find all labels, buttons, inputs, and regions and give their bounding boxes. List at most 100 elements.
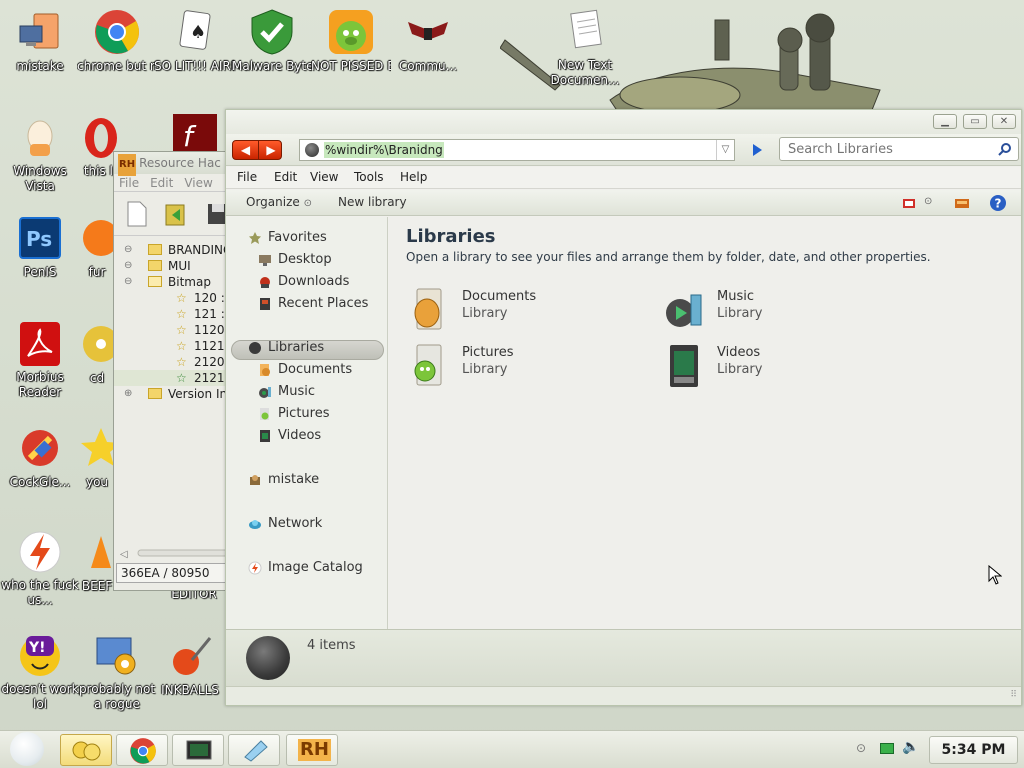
clock[interactable]: 5:34 PM xyxy=(929,736,1018,764)
star-icon: ☆ xyxy=(176,339,187,353)
tree-node-120[interactable]: ☆ 120 : xyxy=(114,290,232,306)
desktop-icon-commu[interactable]: Commu... xyxy=(388,8,468,74)
network-tray-icon[interactable] xyxy=(880,743,894,754)
desktop-icon-cd[interactable]: cd xyxy=(77,320,117,386)
desktop-icon-malwarebytes[interactable]: Malware Bytes xyxy=(232,8,312,74)
pdf-icon xyxy=(20,322,60,366)
pictures-library-icon xyxy=(414,344,442,386)
help-icon[interactable]: ? xyxy=(989,194,1007,212)
desktop-icon-new-text[interactable]: New Text Documen... xyxy=(545,8,625,88)
desktop-icon-fur[interactable]: fur xyxy=(77,214,117,280)
notepad-icon xyxy=(244,740,268,762)
desktop-icon-mistake[interactable]: mistake xyxy=(0,8,80,74)
taskbar-chrome[interactable] xyxy=(116,734,168,766)
status-bar: ⠿ xyxy=(226,686,1021,705)
address-value[interactable]: %windir%\Branidng xyxy=(324,142,444,158)
address-field[interactable]: %windir%\Branidng ▽ xyxy=(299,139,735,161)
resource-hacker-toolbar xyxy=(114,192,232,236)
menu-file[interactable]: File xyxy=(237,170,257,184)
dropdown-circle-icon: ⊙ xyxy=(303,198,312,209)
tree-node-bitmap[interactable]: ⊖ Bitmap xyxy=(114,274,232,290)
desktop-icon-label: CockGle... xyxy=(9,475,71,489)
page-title: Libraries xyxy=(406,226,496,247)
tree-node-1121[interactable]: ☆ 1121 xyxy=(114,338,232,354)
preview-pane-icon[interactable] xyxy=(954,196,970,210)
menu-help[interactable]: Help xyxy=(400,170,427,184)
minimize-button[interactable]: ▁ xyxy=(933,114,957,129)
library-documents[interactable]: Documents Library xyxy=(409,287,629,333)
desktop-icon-probably[interactable]: probably not a rogue xyxy=(77,632,157,712)
document-icon xyxy=(570,9,602,49)
close-button[interactable]: ✕ xyxy=(992,114,1016,129)
tree-node-mui[interactable]: ⊖ MUI xyxy=(114,258,232,274)
new-file-icon[interactable] xyxy=(126,201,148,227)
organize-button[interactable]: Organize ⊙ xyxy=(246,195,312,209)
desktop-icon-label: mistake xyxy=(16,59,64,73)
menu-edit[interactable]: Edit xyxy=(274,170,297,184)
desktop-icon-label: cd xyxy=(89,371,105,385)
svg-text:◁: ◁ xyxy=(120,549,128,559)
explorer-titlebar[interactable]: ▁ ▭ ✕ xyxy=(226,110,1021,134)
search-icon[interactable] xyxy=(998,142,1012,156)
desktop-icon-so-lit[interactable]: ♠ SO LIT!!! AIRE xyxy=(154,8,234,74)
tray-expand-icon[interactable]: ⊙ xyxy=(856,741,866,755)
desktop-icon-doesnt-work[interactable]: Y! doesn't work lol xyxy=(0,632,80,712)
tree-node-branding[interactable]: ⊖ BRANDING xyxy=(114,242,232,258)
library-videos[interactable]: Videos Library xyxy=(664,343,884,389)
view-options-icon[interactable] xyxy=(902,196,916,210)
search-box[interactable] xyxy=(779,137,1019,161)
taskbar-resource-hacker[interactable]: RH xyxy=(286,734,338,766)
maximize-button[interactable]: ▭ xyxy=(963,114,987,129)
desktop-icon-morbius-reader[interactable]: Morbius Reader xyxy=(0,320,80,400)
desktop-icon-label: New Text Documen... xyxy=(550,58,620,87)
resource-hacker-window[interactable]: RH Resource Hac File Edit View ⊖ BRANDING ⊖ M… xyxy=(113,151,233,591)
desktop-icon-inkballs[interactable]: INKBALLS xyxy=(154,632,226,698)
desktop-icon-penis[interactable]: Ps PenIS xyxy=(0,214,80,280)
rh-menu-edit[interactable]: Edit xyxy=(150,176,173,190)
rh-menu-file[interactable]: File xyxy=(119,176,139,190)
taskbar-explorer[interactable] xyxy=(60,734,112,766)
lightning-icon xyxy=(19,531,61,573)
resource-hacker-titlebar[interactable]: RH Resource Hac xyxy=(114,152,232,176)
tree-node-121[interactable]: ☆ 121 : xyxy=(114,306,232,322)
taskbar-notepad[interactable] xyxy=(228,734,280,766)
desktop-icon-chrome[interactable]: chrome but normal c... xyxy=(77,8,157,74)
horizontal-scrollbar[interactable]: ◁ xyxy=(118,547,228,559)
inkball-icon xyxy=(173,637,212,675)
tree-node-2121[interactable]: ☆ 2121 xyxy=(114,370,232,386)
new-library-button[interactable]: New library xyxy=(338,195,407,209)
desktop-icon-beef[interactable]: BEEF xyxy=(77,528,117,594)
desktop-icon-who-the[interactable]: who the fuck us... xyxy=(0,528,80,608)
folder-icon xyxy=(148,244,162,255)
go-arrow-icon[interactable] xyxy=(753,144,762,156)
desktop-icon-this-like[interactable]: this like xyxy=(77,114,117,179)
search-input[interactable] xyxy=(788,141,988,157)
volume-icon[interactable]: 🔈 xyxy=(902,739,919,755)
tree-node-2120[interactable]: ☆ 2120 xyxy=(114,354,232,370)
tree-node-version-info[interactable]: ⊕ Version In xyxy=(114,386,232,402)
tree-node-1120[interactable]: ☆ 1120 xyxy=(114,322,232,338)
desktop-icon-windows-vista[interactable]: Windows Vista xyxy=(0,114,80,194)
rh-logo-icon: RH xyxy=(118,154,137,176)
desktop-icon-you[interactable]: you xyxy=(77,424,117,490)
desktop-icon-not-pissed[interactable]: NOT PISSED B... xyxy=(311,8,391,74)
desktop-icon-label: doesn't work lol xyxy=(1,682,79,711)
taskbar-terminal[interactable] xyxy=(172,734,224,766)
library-music[interactable]: Music Library xyxy=(664,287,884,333)
menu-view[interactable]: View xyxy=(310,170,338,184)
start-button[interactable] xyxy=(10,732,44,766)
back-button[interactable]: ◀ xyxy=(233,141,258,159)
library-pictures[interactable]: Pictures Library xyxy=(409,343,629,389)
desktop-icon-label: this like xyxy=(83,164,117,178)
folder-icon xyxy=(148,388,162,399)
menu-tools[interactable]: Tools xyxy=(354,170,384,184)
forward-button[interactable]: ▶ xyxy=(258,141,283,159)
resize-grip-icon[interactable]: ⠿ xyxy=(1010,690,1017,700)
rh-menu-view[interactable]: View xyxy=(184,176,212,190)
address-dropdown-icon[interactable]: ▽ xyxy=(716,140,734,160)
view-dropdown-icon[interactable]: ⊙ xyxy=(924,196,932,207)
explorer-window[interactable]: ▁ ▭ ✕ ◀ ▶ %windir%\Branidng ▽ File Edit … xyxy=(225,109,1022,706)
desktop-icon-cockgle[interactable]: CockGle... xyxy=(0,424,80,490)
open-folder-icon[interactable] xyxy=(164,201,190,227)
taskbar: RH ⊙ 🔈 5:34 PM xyxy=(0,730,1024,768)
